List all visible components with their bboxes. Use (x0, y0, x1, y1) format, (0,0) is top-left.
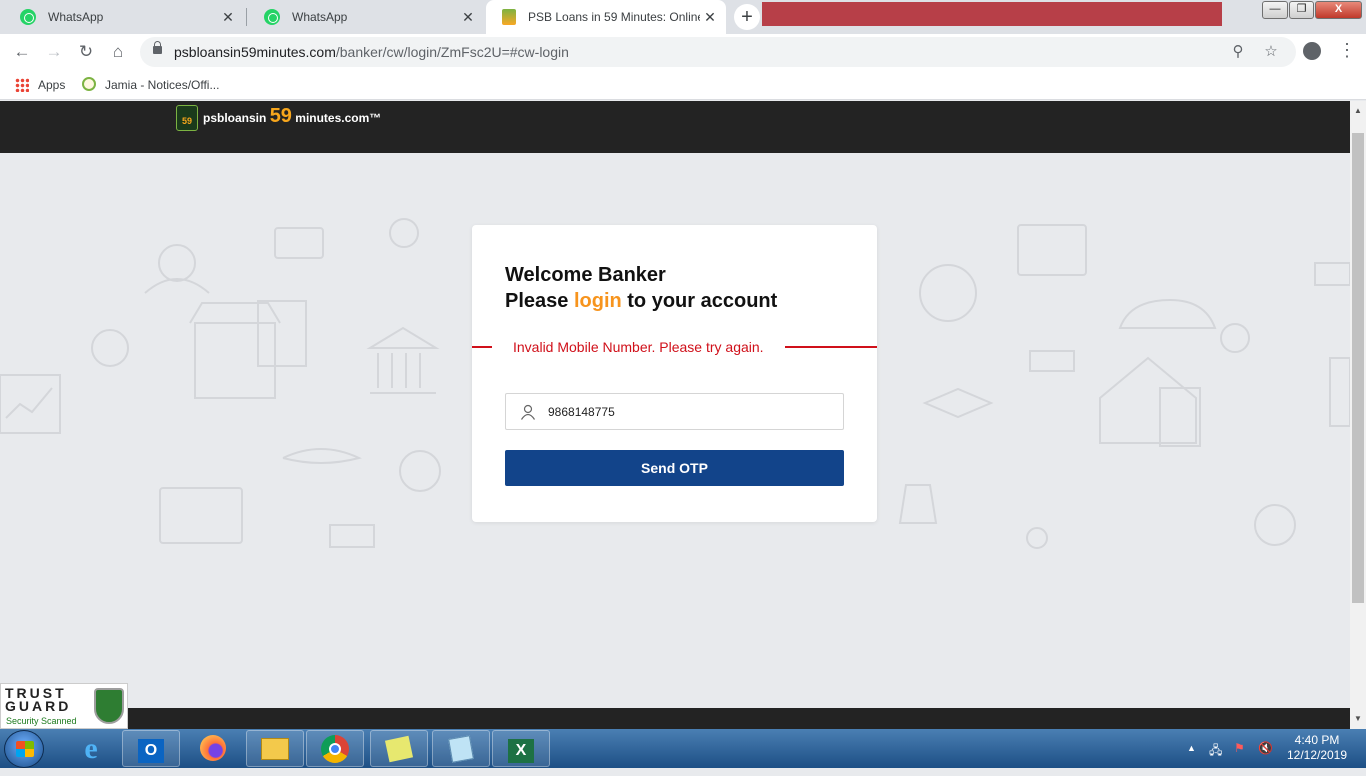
browser-toolbar: ← → ↻ ⌂ psbloansin59minutes.com/banker/c… (0, 34, 1366, 70)
show-hidden-icons-icon[interactable]: ▲ (1187, 743, 1196, 753)
back-icon[interactable]: ← (11, 41, 33, 63)
forward-icon[interactable]: → (43, 41, 65, 63)
shield-icon (94, 688, 124, 724)
trustguard-line2: GUARD (5, 698, 72, 714)
start-button[interactable] (4, 730, 44, 768)
tab-title: WhatsApp (292, 10, 348, 24)
scroll-up-arrow-icon[interactable]: ▲ (1350, 103, 1366, 119)
subheading-before: Please (505, 290, 574, 312)
clock-date: 12/12/2019 (1286, 748, 1348, 762)
welcome-heading: Welcome Banker (505, 264, 666, 286)
url-host: psbloansin59minutes.com (174, 44, 336, 60)
logo-badge[interactable]: 59 (176, 105, 198, 131)
action-center-flag-icon[interactable]: ⚑ (1234, 741, 1245, 755)
chrome-icon[interactable] (306, 730, 364, 767)
network-icon[interactable]: 🖧 (1209, 741, 1222, 762)
page-scrollbar[interactable]: ▲ ▼ (1350, 101, 1366, 729)
chrome-menu-icon[interactable]: ⋮ (1338, 40, 1356, 60)
system-clock[interactable]: 4:40 PM 12/12/2019 (1282, 733, 1352, 763)
login-card: Welcome Banker Please login to your acco… (472, 225, 877, 522)
site-footer (0, 708, 1350, 729)
home-icon[interactable]: ⌂ (107, 41, 129, 63)
site-header: 59 psbloansin 59 minutes.com™ (0, 101, 1350, 153)
whatsapp-icon (20, 9, 36, 25)
url-text[interactable]: psbloansin59minutes.com/banker/cw/login/… (174, 44, 569, 60)
close-tab-icon[interactable]: ✕ (220, 9, 236, 25)
reload-icon[interactable]: ↻ (75, 41, 97, 63)
mobile-number-field[interactable] (505, 393, 844, 430)
internet-explorer-icon[interactable]: e (62, 730, 120, 767)
scrollbar-thumb[interactable] (1352, 133, 1364, 603)
tab-strip: WhatsApp ✕ WhatsApp ✕ PSB Loans in 59 Mi… (0, 0, 1366, 34)
firefox-icon[interactable] (184, 730, 242, 767)
url-path: /banker/cw/login/ZmFsc2U=#cw-login (335, 44, 569, 60)
page-viewport: 59 psbloansin 59 minutes.com™ Welcome Ba… (0, 101, 1350, 729)
whatsapp-icon (264, 9, 280, 25)
tab-whatsapp-2[interactable]: WhatsApp ✕ (248, 0, 484, 34)
subheading-highlight: login (573, 290, 622, 312)
scroll-down-arrow-icon[interactable]: ▼ (1350, 711, 1366, 727)
clock-time: 4:40 PM (1294, 733, 1340, 747)
trustguard-seal[interactable]: TRUST GUARD Security Scanned (0, 683, 128, 729)
error-message: Invalid Mobile Number. Please try again. (513, 339, 764, 355)
maximize-button[interactable]: ❐ (1289, 1, 1314, 19)
background-window-strip (762, 2, 1222, 26)
minimize-button[interactable]: — (1262, 1, 1288, 19)
send-otp-button[interactable]: Send OTP (505, 450, 844, 486)
apps-grid-icon[interactable] (15, 78, 29, 92)
mobile-number-input[interactable] (548, 402, 828, 422)
new-tab-button[interactable]: + (734, 4, 760, 30)
address-bar[interactable]: psbloansin59minutes.com/banker/cw/login/… (140, 37, 1296, 67)
subheading-after: to your account (621, 290, 778, 312)
bookmark-jamia[interactable]: Jamia - Notices/Offi... (105, 78, 219, 92)
lock-icon[interactable] (153, 41, 162, 54)
login-subheading: Please login to your account (505, 290, 777, 313)
tab-title: WhatsApp (48, 10, 104, 24)
profile-avatar-icon[interactable] (1303, 42, 1321, 60)
notepad-icon[interactable] (432, 730, 490, 767)
windows-logo-icon (16, 741, 34, 757)
zoom-icon[interactable]: ⚲ (1228, 42, 1248, 62)
tab-psb-loans[interactable]: PSB Loans in 59 Minutes: Online ✕ (486, 0, 726, 34)
tab-divider (246, 8, 247, 26)
bookmarks-bar: Apps Jamia - Notices/Offi... (0, 70, 1366, 100)
tab-whatsapp-1[interactable]: WhatsApp ✕ (4, 0, 244, 34)
windows-taskbar: e O X ▲ 🖧 ⚑ 🔇 4:40 PM 12/12/2019 (0, 729, 1366, 768)
error-divider-left (472, 346, 492, 348)
psb-favicon (502, 9, 516, 25)
trustguard-subtitle: Security Scanned (1, 715, 87, 728)
outlook-icon[interactable]: O (122, 730, 180, 767)
excel-icon[interactable]: X (492, 730, 550, 767)
volume-muted-icon[interactable]: 🔇 (1258, 741, 1273, 755)
bookmark-apps[interactable]: Apps (38, 78, 65, 92)
close-tab-icon[interactable]: ✕ (460, 9, 476, 25)
error-divider-right (785, 346, 877, 348)
jamia-icon (82, 77, 96, 91)
logo-prefix: psbloansin (203, 111, 270, 125)
file-explorer-icon[interactable] (246, 730, 304, 767)
tab-title: PSB Loans in 59 Minutes: Online (528, 10, 700, 24)
sticky-notes-icon[interactable] (370, 730, 428, 767)
user-icon (520, 404, 536, 420)
site-logo[interactable]: psbloansin 59 minutes.com™ (203, 105, 381, 128)
logo-number: 59 (269, 105, 292, 127)
logo-suffix: minutes.com™ (291, 111, 382, 125)
bookmark-star-icon[interactable]: ☆ (1261, 42, 1281, 62)
close-window-button[interactable]: X (1315, 1, 1362, 19)
close-tab-icon[interactable]: ✕ (702, 9, 718, 25)
